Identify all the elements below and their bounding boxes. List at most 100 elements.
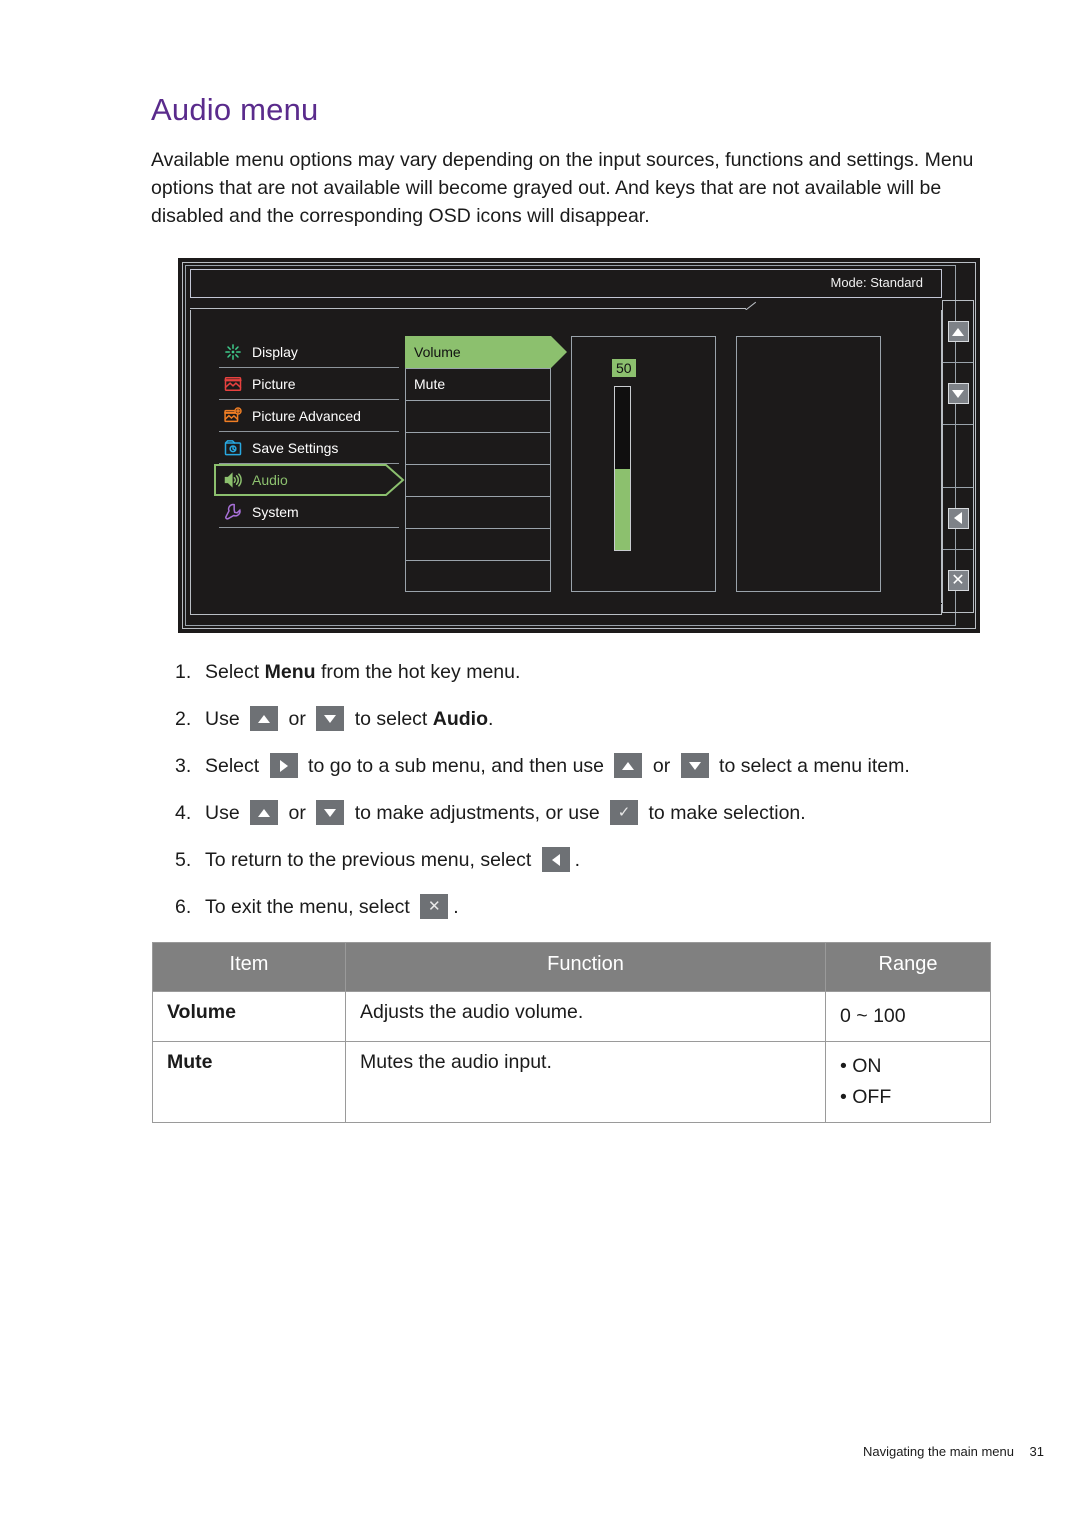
osd-category-system[interactable]: System bbox=[219, 496, 399, 528]
step-number: 6. bbox=[175, 895, 192, 918]
table-header-range: Range bbox=[825, 942, 991, 992]
arrow-up-icon bbox=[952, 327, 964, 336]
inline-key-arrow-up bbox=[250, 800, 279, 825]
arrow-down-icon bbox=[324, 808, 337, 817]
osd-key-down[interactable] bbox=[943, 363, 973, 426]
arrow-down-icon bbox=[324, 714, 337, 723]
step-number: 4. bbox=[175, 801, 192, 824]
step-text-fragment: to select bbox=[349, 707, 433, 730]
inline-key-arrow-down bbox=[316, 706, 345, 731]
step-text-fragment: or bbox=[283, 707, 312, 730]
inline-key-arrow-left bbox=[541, 847, 570, 872]
osd-key-back[interactable] bbox=[943, 488, 973, 550]
osd-submenu-volume[interactable]: Volume bbox=[405, 336, 567, 368]
page-title: Audio menu bbox=[151, 92, 319, 127]
table-header-item: Item bbox=[152, 942, 346, 992]
step-item: 4. Use or to make adjustments, or use ✓ t… bbox=[175, 789, 995, 836]
picture-advanced-icon bbox=[224, 406, 242, 422]
range-option: 0 ~ 100 bbox=[840, 1005, 906, 1027]
footer-section-label: Navigating the main menu bbox=[862, 1444, 1014, 1459]
osd-title-notch bbox=[190, 298, 746, 309]
step-text-fragment: to go to a sub menu, and then use bbox=[302, 754, 610, 777]
volume-slider-track[interactable] bbox=[614, 386, 631, 551]
osd-title-bar: Mode: Standard bbox=[190, 269, 942, 298]
osd-category-save-settings[interactable]: Save Settings bbox=[219, 432, 399, 464]
table-row: Mute Mutes the audio input. • ON • OFF bbox=[152, 1041, 991, 1123]
osd-category-label: Picture bbox=[252, 375, 296, 392]
osd-category-label: Display bbox=[252, 343, 298, 360]
step-bold-term: Audio bbox=[432, 707, 488, 730]
step-text: To exit the menu, select ✕. bbox=[205, 894, 459, 919]
osd-category-picture-advanced[interactable]: Picture Advanced bbox=[219, 400, 399, 432]
step-item: 5. To return to the previous menu, select… bbox=[175, 836, 995, 883]
inline-key-arrow-right bbox=[269, 753, 298, 778]
osd-submenu-empty-row bbox=[405, 400, 551, 432]
osd-key-back-button[interactable] bbox=[947, 507, 969, 529]
volume-slider-fill bbox=[615, 468, 630, 550]
system-icon bbox=[225, 503, 241, 520]
step-text-fragment: . bbox=[453, 895, 459, 918]
step-text-fragment: to select a menu item. bbox=[713, 754, 910, 777]
step-text-fragment: to make adjustments, or use bbox=[349, 801, 606, 824]
table-header-function: Function bbox=[345, 942, 826, 992]
arrow-down-icon bbox=[952, 389, 964, 398]
footer-page-number: 31 bbox=[1029, 1444, 1044, 1459]
step-text: Select Menu from the hot key menu. bbox=[205, 660, 520, 684]
inline-key-arrow-up bbox=[250, 706, 279, 731]
step-bold-term: Menu bbox=[264, 660, 316, 683]
step-text-fragment: or bbox=[647, 754, 676, 777]
osd-submenu-list: Volume Mute bbox=[405, 336, 567, 592]
table-cell-function: Adjusts the audio volume. bbox=[345, 991, 826, 1042]
osd-category-list: Display Picture Picture Advanced Save Setti… bbox=[214, 336, 405, 528]
osd-submenu-empty-row bbox=[405, 528, 551, 560]
osd-key-blank bbox=[943, 425, 973, 488]
osd-category-display[interactable]: Display bbox=[219, 336, 399, 368]
inline-key-close-x: ✕ bbox=[420, 894, 449, 919]
osd-secondary-panel bbox=[736, 336, 881, 592]
table-row: Volume Adjusts the audio volume. 0 ~ 100 bbox=[152, 991, 991, 1042]
inline-key-arrow-down bbox=[316, 800, 345, 825]
step-text: Use or to make adjustments, or use ✓ to … bbox=[205, 800, 806, 825]
osd-key-exit-button[interactable]: ✕ bbox=[947, 570, 969, 592]
volume-value-badge: 50 bbox=[612, 359, 636, 377]
osd-category-audio[interactable]: Audio bbox=[214, 464, 405, 496]
close-x-icon: ✕ bbox=[951, 571, 965, 589]
osd-body-corner bbox=[916, 603, 942, 604]
osd-submenu-empty-row bbox=[405, 496, 551, 528]
osd-key-down-button[interactable] bbox=[947, 383, 969, 405]
step-text-fragment: or bbox=[283, 801, 312, 824]
osd-category-label: Save Settings bbox=[252, 439, 339, 456]
osd-key-up-button[interactable] bbox=[947, 321, 969, 343]
table-cell-range: 0 ~ 100 bbox=[825, 991, 991, 1042]
step-text-fragment: Use bbox=[205, 801, 246, 824]
step-number: 3. bbox=[175, 754, 192, 777]
osd-submenu-empty-row bbox=[405, 432, 551, 464]
osd-key-up[interactable] bbox=[943, 301, 973, 364]
osd-key-exit[interactable]: ✕ bbox=[943, 550, 973, 612]
step-text-fragment: To return to the previous menu, select bbox=[205, 848, 537, 871]
step-text-fragment: to make selection. bbox=[643, 801, 806, 824]
inline-key-arrow-up bbox=[614, 753, 643, 778]
step-number: 5. bbox=[175, 848, 192, 871]
osd-category-label: Audio bbox=[252, 472, 288, 488]
save-settings-icon bbox=[224, 439, 242, 455]
display-icon bbox=[225, 343, 241, 360]
arrow-right-icon bbox=[279, 759, 288, 772]
osd-value-panel: 50 bbox=[571, 336, 716, 592]
osd-key-column: ✕ bbox=[942, 300, 974, 613]
osd-category-picture[interactable]: Picture bbox=[219, 368, 399, 400]
arrow-left-icon bbox=[551, 853, 560, 866]
arrow-left-icon bbox=[954, 512, 962, 525]
arrow-up-icon bbox=[258, 714, 271, 723]
table-cell-item: Volume bbox=[152, 991, 346, 1042]
audio-icon bbox=[224, 472, 242, 488]
osd-body: Display Picture Picture Advanced Save Setti… bbox=[190, 310, 942, 615]
osd-submenu-mute[interactable]: Mute bbox=[405, 368, 551, 400]
steps-list: 1. Select Menu from the hot key menu. 2. Us… bbox=[175, 648, 995, 930]
step-text-fragment: Select bbox=[205, 754, 265, 777]
check-icon: ✓ bbox=[617, 804, 631, 821]
step-text-fragment: To exit the menu, select bbox=[205, 895, 416, 918]
osd-screenshot: Mode: Standard Display Picture Picture Adv… bbox=[178, 258, 980, 633]
step-item: 3. Select to go to a sub menu, and then u… bbox=[175, 742, 995, 789]
step-text-fragment: Select bbox=[205, 660, 265, 683]
